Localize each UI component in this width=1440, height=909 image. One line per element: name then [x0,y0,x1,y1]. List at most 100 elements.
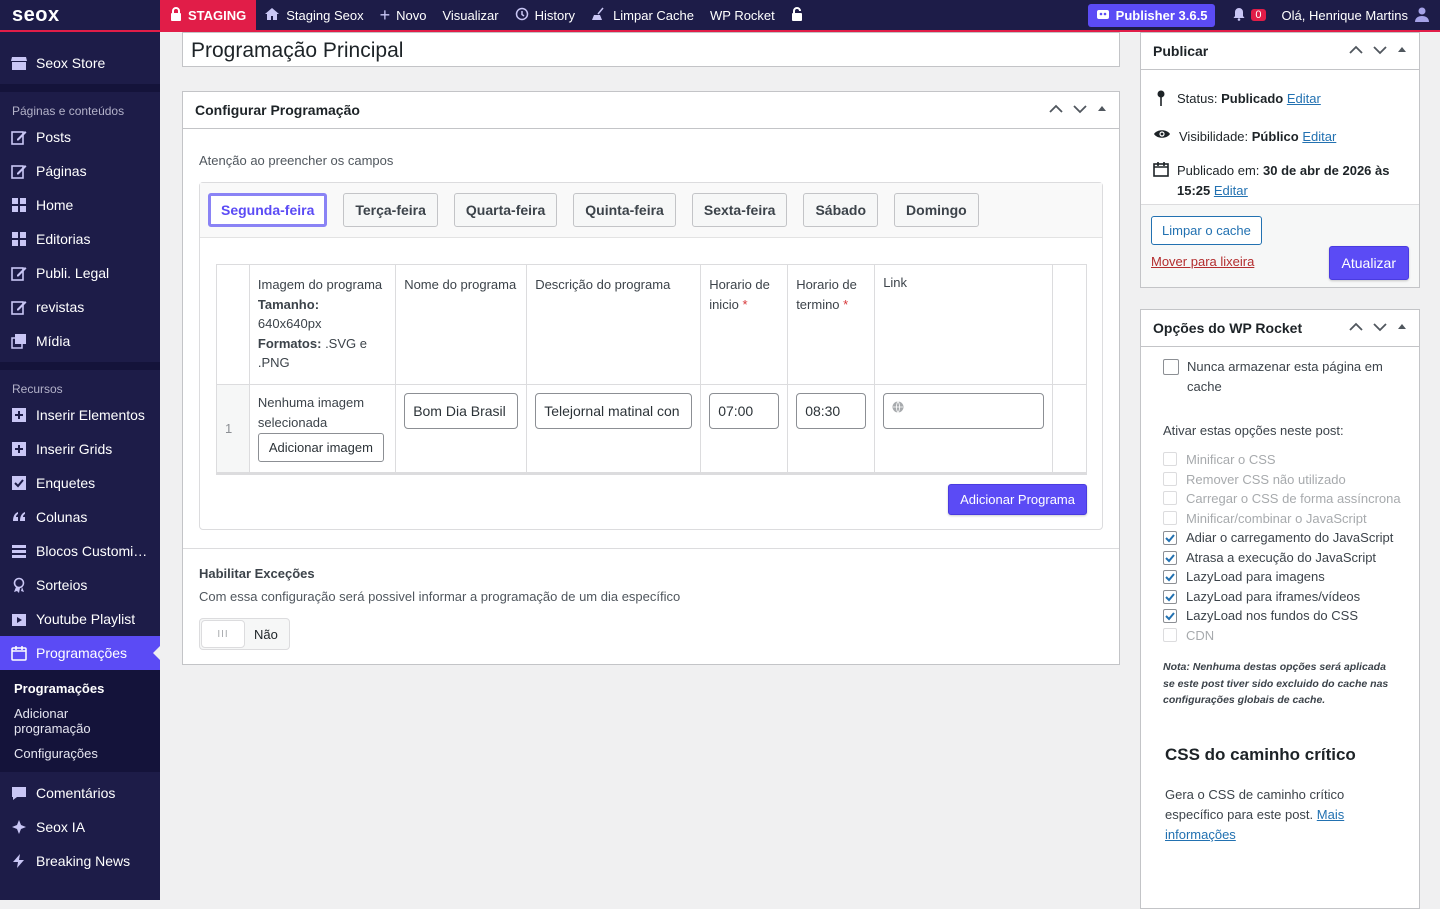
sidebar-item-seox-ia[interactable]: Seox IA [0,810,160,844]
link-input[interactable] [883,393,1045,429]
clear-cache-button[interactable]: Limpar o cache [1151,216,1262,245]
submenu-item-add-programacao[interactable]: Adicionar programação [0,701,160,741]
submenu-item-programacoes[interactable]: Programações [0,676,160,701]
sidebar-divider [0,362,160,370]
notifications-button[interactable]: 0 [1225,0,1273,31]
tab-terca-feira[interactable]: Terça-feira [343,193,438,227]
edit-status-link[interactable]: Editar [1287,91,1321,106]
edit-visibility-link[interactable]: Editar [1302,129,1336,144]
option-checkbox[interactable] [1163,570,1177,584]
option-checkbox[interactable] [1163,589,1177,604]
rocket-option-adiar-o-carregamento-do-javascript[interactable]: Adiar o carregamento do JavaScript [1141,528,1419,548]
tab-segunda-feira[interactable]: Segunda-feira [208,193,328,227]
move-down-icon[interactable] [1073,103,1087,117]
option-checkbox [1163,627,1177,642]
sidebar-item-enquetes[interactable]: Enquetes [0,466,160,500]
sidebar-item-revistas[interactable]: revistas [0,290,160,324]
required-marker: * [742,296,748,312]
wp-rocket-link[interactable]: WP Rocket [702,0,783,31]
option-checkbox[interactable] [1163,531,1177,545]
sidebar-item-inserir-elementos[interactable]: Inserir Elementos [0,398,160,432]
post-title-input[interactable]: Programação Principal [182,32,1120,67]
blocks-icon [10,542,28,560]
publisher-version-button[interactable]: Publisher 3.6.5 [1087,3,1216,27]
tab-sexta-feira[interactable]: Sexta-feira [691,193,788,227]
sidebar-item-colunas[interactable]: Colunas [0,500,160,534]
description-cell: Telejornal matinal con [526,384,702,474]
move-down-icon[interactable] [1373,321,1387,335]
sidebar-submenu: Programações Adicionar programação Confi… [0,670,160,772]
clear-cache-link[interactable]: Limpar Cache [583,0,702,31]
toggle-handle[interactable]: III [201,620,245,648]
sidebar-item-inserir-grids[interactable]: Inserir Grids [0,432,160,466]
exceptions-toggle[interactable]: III Não [199,618,290,650]
submenu-item-configuracoes[interactable]: Configurações [0,741,160,766]
move-to-trash-link[interactable]: Mover para lixeira [1151,254,1254,269]
published-label: Publicado em: [1177,163,1260,178]
sidebar-item-publi-legal[interactable]: Publi. Legal [0,256,160,290]
image-column-label: Imagem do programa [257,277,383,292]
tab-quarta-feira[interactable]: Quarta-feira [453,193,558,227]
config-metabox: Configurar Programação Atenção ao preenc… [182,91,1120,665]
rocket-option-lazyload-nos-fundos-do-css[interactable]: LazyLoad nos fundos do CSS [1141,606,1419,626]
site-name-link[interactable]: Staging Seox [256,0,371,31]
move-up-icon[interactable] [1349,321,1363,335]
size-label: Tamanho: [257,296,320,312]
seox-logo[interactable]: seox [0,0,160,31]
row-actions-cell [1052,384,1087,474]
add-program-button[interactable]: Adicionar Programa [948,484,1087,515]
user-account-menu[interactable]: Olá, Henrique Martins [1274,0,1440,31]
sidebar-item-label: Enquetes [36,475,96,491]
grid-icon [10,196,28,214]
day-tabs: Segunda-feira Terça-feira Quarta-feira Quin… [200,183,1102,238]
sidebar-item-midia[interactable]: Mídia [0,324,160,358]
sidebar-item-youtube-playlist[interactable]: Youtube Playlist [0,602,160,636]
option-checkbox[interactable] [1163,550,1177,565]
program-description-input[interactable]: Telejornal matinal con [535,393,693,429]
config-metabox-title: Configurar Programação [195,102,360,118]
sidebar-item-programacoes[interactable]: Programações [0,636,160,670]
staging-badge[interactable]: STAGING [160,0,257,31]
pin-icon [1153,89,1169,113]
move-up-icon[interactable] [1049,103,1063,117]
rocket-option-lazyload-para-iframes-videos[interactable]: LazyLoad para iframes/vídeos [1141,587,1419,607]
move-up-icon[interactable] [1349,44,1363,58]
sidebar-item-breaking-news[interactable]: Breaking News [0,844,160,878]
tab-sabado[interactable]: Sábado [803,193,879,227]
program-name-input[interactable]: Bom Dia Brasil [404,393,519,429]
publisher-label: Publisher 3.6.5 [1115,7,1208,23]
sidebar-item-blocos-customi[interactable]: Blocos Customi… [0,534,160,568]
sidebar-item-editorias[interactable]: Editorias [0,222,160,256]
collapse-toggle-icon[interactable] [1397,44,1407,58]
move-down-icon[interactable] [1373,44,1387,58]
never-cache-option[interactable]: Nunca armazenar esta página em cache [1141,357,1419,397]
rocket-option-remover-css-nao-utilizado: Remover CSS não utilizado [1141,470,1419,490]
rocket-option-lazyload-para-imagens[interactable]: LazyLoad para imagens [1141,567,1419,587]
never-cache-checkbox[interactable] [1163,359,1179,375]
sidebar-item-seox-store[interactable]: Seox Store [0,46,160,80]
end-time-input[interactable]: 08:30 [796,393,867,429]
sidebar-item-posts[interactable]: Posts [0,120,160,154]
view-link[interactable]: Visualizar [434,0,506,31]
collapse-toggle-icon[interactable] [1397,321,1407,335]
sidebar-item-paginas[interactable]: Páginas [0,154,160,188]
tab-quinta-feira[interactable]: Quinta-feira [573,193,676,227]
start-time-input[interactable]: 07:00 [709,393,780,429]
collapse-toggle-icon[interactable] [1097,103,1107,117]
edit-date-link[interactable]: Editar [1214,183,1248,198]
add-image-button[interactable]: Adicionar imagem [257,433,384,462]
publish-metabox: Publicar Status: Publicado Editar Visibi… [1140,32,1420,288]
row-index[interactable]: 1 [216,384,250,474]
history-link[interactable]: History [507,0,583,31]
sidebar-item-sorteios[interactable]: Sorteios [0,568,160,602]
rocket-option-atrasa-a-execucao-do-javascript[interactable]: Atrasa a execução do JavaScript [1141,548,1419,568]
calendar-icon [10,644,28,662]
tab-domingo[interactable]: Domingo [894,193,979,227]
sidebar-item-comentarios[interactable]: Comentários [0,776,160,810]
padlock-button[interactable] [783,0,811,31]
new-content-button[interactable]: + Novo [372,0,435,31]
update-button[interactable]: Atualizar [1328,246,1409,280]
option-checkbox[interactable] [1163,609,1177,623]
sidebar-item-home[interactable]: Home [0,188,160,222]
critical-css-title: CSS do caminho crítico [1165,744,1356,764]
